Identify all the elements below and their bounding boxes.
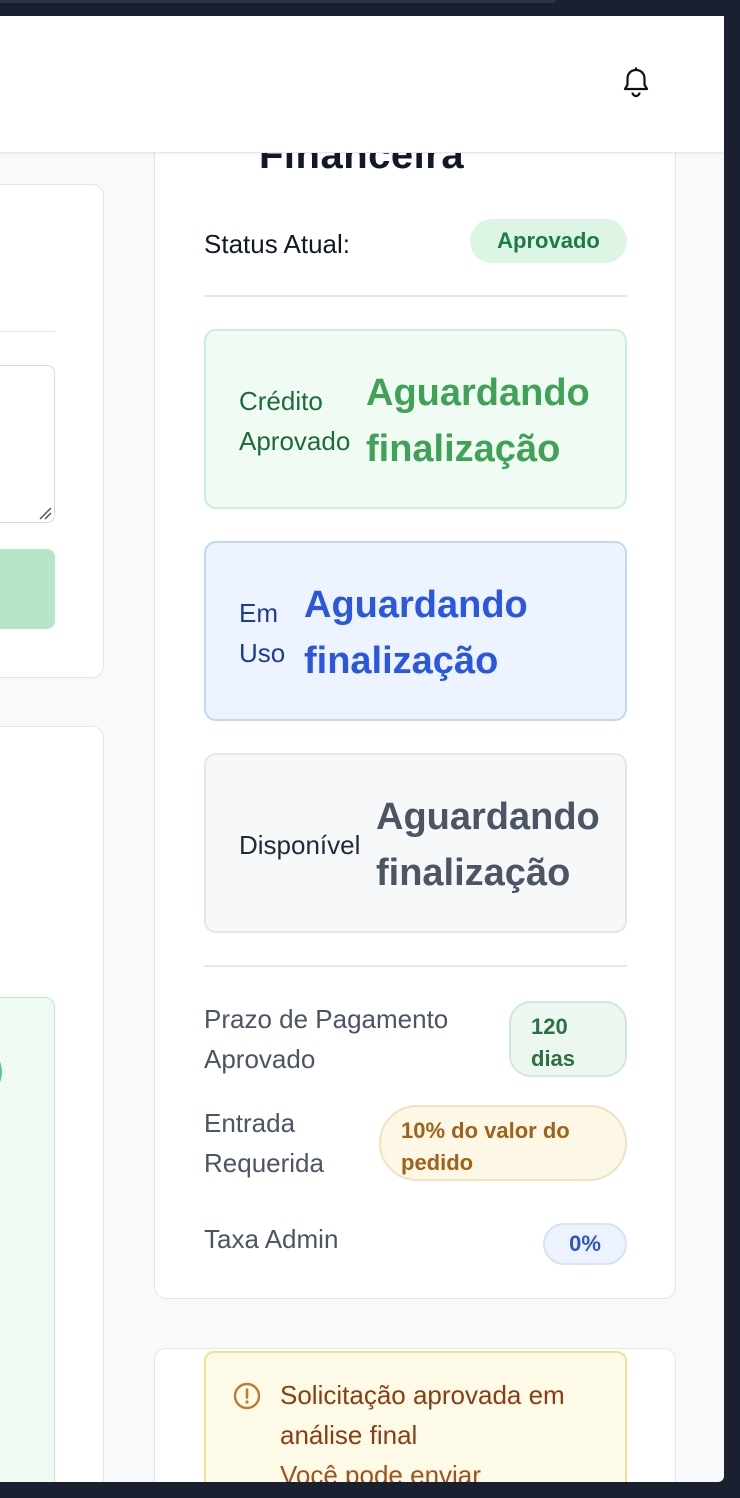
- available-value: Aguardando finalização: [376, 796, 600, 894]
- alert-subtitle: Você pode enviar: [280, 1460, 481, 1482]
- divider: [204, 295, 627, 297]
- top-header: [0, 16, 724, 153]
- fee-label: Taxa Admin: [204, 1224, 339, 1254]
- entry-row: Entrada Requerida 10% do valor do pedido: [204, 1103, 627, 1185]
- left-card-documents: [0, 726, 104, 1482]
- payment-term-row: Prazo de Pagamento Aprovado 120 dias: [204, 999, 627, 1081]
- payment-term-label: Prazo de Pagamento Aprovado: [204, 1004, 449, 1074]
- fee-badge: 0%: [543, 1223, 627, 1265]
- alert-card: Solicitação aprovada em análise final Vo…: [154, 1348, 676, 1482]
- step-indicator: [0, 1054, 2, 1090]
- app-window: Financeira Status Atual: Aprovado Crédit…: [0, 16, 724, 1482]
- divider: [204, 965, 627, 967]
- left-card-divider: [0, 331, 55, 332]
- entry-label: Entrada Requerida: [204, 1108, 324, 1178]
- submit-button[interactable]: [0, 549, 55, 629]
- notes-textarea[interactable]: [0, 365, 55, 523]
- resize-handle-icon[interactable]: [38, 506, 52, 520]
- pending-alert: Solicitação aprovada em análise final Vo…: [204, 1351, 627, 1482]
- status-label: Status Atual:: [204, 229, 350, 259]
- entry-badge: 10% do valor do pedido: [379, 1105, 627, 1181]
- approved-credit-box: Crédito Aprovado Aguardando finalização: [204, 329, 627, 509]
- alert-title: Solicitação aprovada em análise final: [280, 1380, 565, 1450]
- upload-panel: [0, 997, 55, 1482]
- approved-credit-value: Aguardando finalização: [366, 372, 590, 470]
- warning-circle-icon: [233, 1382, 261, 1410]
- in-use-label: Em Uso: [239, 598, 286, 668]
- bell-icon[interactable]: [620, 66, 652, 100]
- window-top-strip: [0, 0, 740, 16]
- approved-credit-label: Crédito Aprovado: [239, 386, 351, 456]
- credit-status-card: Financeira Status Atual: Aprovado Crédit…: [154, 124, 676, 1299]
- status-badge: Aprovado: [470, 219, 627, 263]
- available-label: Disponível: [239, 830, 361, 860]
- left-card-form: [0, 184, 104, 678]
- payment-term-badge: 120 dias: [509, 1001, 627, 1077]
- available-box: Disponível Aguardando finalização: [204, 753, 627, 933]
- tab-bar-edge: [0, 0, 556, 3]
- status-row: Status Atual: Aprovado: [204, 219, 627, 263]
- in-use-value: Aguardando finalização: [304, 584, 528, 682]
- in-use-box: Em Uso Aguardando finalização: [204, 541, 627, 721]
- fee-row: Taxa Admin 0%: [204, 1219, 627, 1269]
